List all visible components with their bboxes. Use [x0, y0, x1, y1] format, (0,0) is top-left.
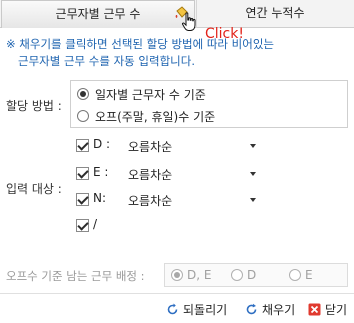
refresh-icon: [246, 303, 257, 314]
off-assign-option-de-label: D, E: [187, 268, 212, 282]
footer-divider: [0, 293, 354, 294]
chevron-down-icon: [250, 144, 256, 148]
target-d-checkbox[interactable]: [76, 139, 89, 152]
off-assign-radio-d[interactable]: [231, 269, 243, 281]
chevron-down-icon: [250, 198, 256, 202]
target-d-label: D :: [93, 137, 111, 151]
target-e-order-value: 오름차순: [128, 168, 173, 182]
method-label: 할당 방법 :: [6, 99, 62, 113]
notice-line-1: ※ 채우기를 클릭하면 선택된 할당 방법에 따라 비어있는: [6, 37, 274, 51]
off-assign-radio-e[interactable]: [289, 269, 301, 281]
method-radio-offday[interactable]: [77, 110, 89, 122]
target-n-order-value: 오름차순: [128, 194, 173, 208]
close-icon: [308, 303, 321, 315]
close-button-label: 닫기: [325, 302, 348, 317]
method-radio-daily[interactable]: [77, 88, 89, 100]
target-n-order-select[interactable]: 오름차순: [128, 191, 256, 209]
fill-button-label: 채우기: [262, 302, 296, 317]
revert-button[interactable]: 되돌리기: [166, 300, 227, 318]
tab-annual-accumulated[interactable]: 연간 누적수: [196, 0, 353, 28]
target-n-checkbox[interactable]: [76, 193, 89, 206]
targets-label: 입력 대상 :: [6, 182, 62, 196]
target-slash-checkbox[interactable]: [76, 219, 89, 232]
target-slash-label: /: [93, 217, 98, 231]
method-option-daily-label[interactable]: 일자별 근무자 수 기준: [95, 86, 206, 103]
hand-cursor-icon: [181, 12, 196, 31]
method-radio-group: 일자별 근무자 수 기준 오프(주말, 휴일)수 기준: [70, 80, 348, 128]
off-assign-label: 오프수 기준 남는 근무 배정 :: [6, 269, 145, 283]
undo-icon: [167, 303, 178, 314]
chevron-down-icon: [250, 172, 256, 176]
off-assign-radio-group: D, E D E: [164, 263, 348, 287]
target-e-order-select[interactable]: 오름차순: [128, 165, 256, 183]
close-button[interactable]: 닫기: [308, 300, 347, 318]
method-option-offday-label[interactable]: 오프(주말, 휴일)수 기준: [95, 108, 215, 125]
target-n-label: N:: [93, 191, 107, 205]
off-assign-radio-de[interactable]: [171, 269, 183, 281]
target-e-checkbox[interactable]: [76, 167, 89, 180]
tab-worker-count[interactable]: 근무자별 근무 수: [1, 0, 195, 28]
target-d-order-value: 오름차순: [128, 140, 173, 154]
target-e-label: E :: [93, 165, 109, 179]
target-d-order-select[interactable]: 오름차순: [128, 137, 256, 155]
off-assign-option-d-label: D: [247, 268, 257, 282]
fill-button[interactable]: 채우기: [245, 300, 295, 318]
notice-line-2: 근무자별 근무 수를 자동 입력합니다.: [18, 54, 195, 68]
off-assign-option-e-label: E: [305, 268, 313, 282]
revert-button-label: 되돌리기: [183, 302, 228, 317]
auto-fill-notice: ※ 채우기를 클릭하면 선택된 할당 방법에 따라 비어있는 근무자별 근무 수…: [6, 36, 348, 70]
